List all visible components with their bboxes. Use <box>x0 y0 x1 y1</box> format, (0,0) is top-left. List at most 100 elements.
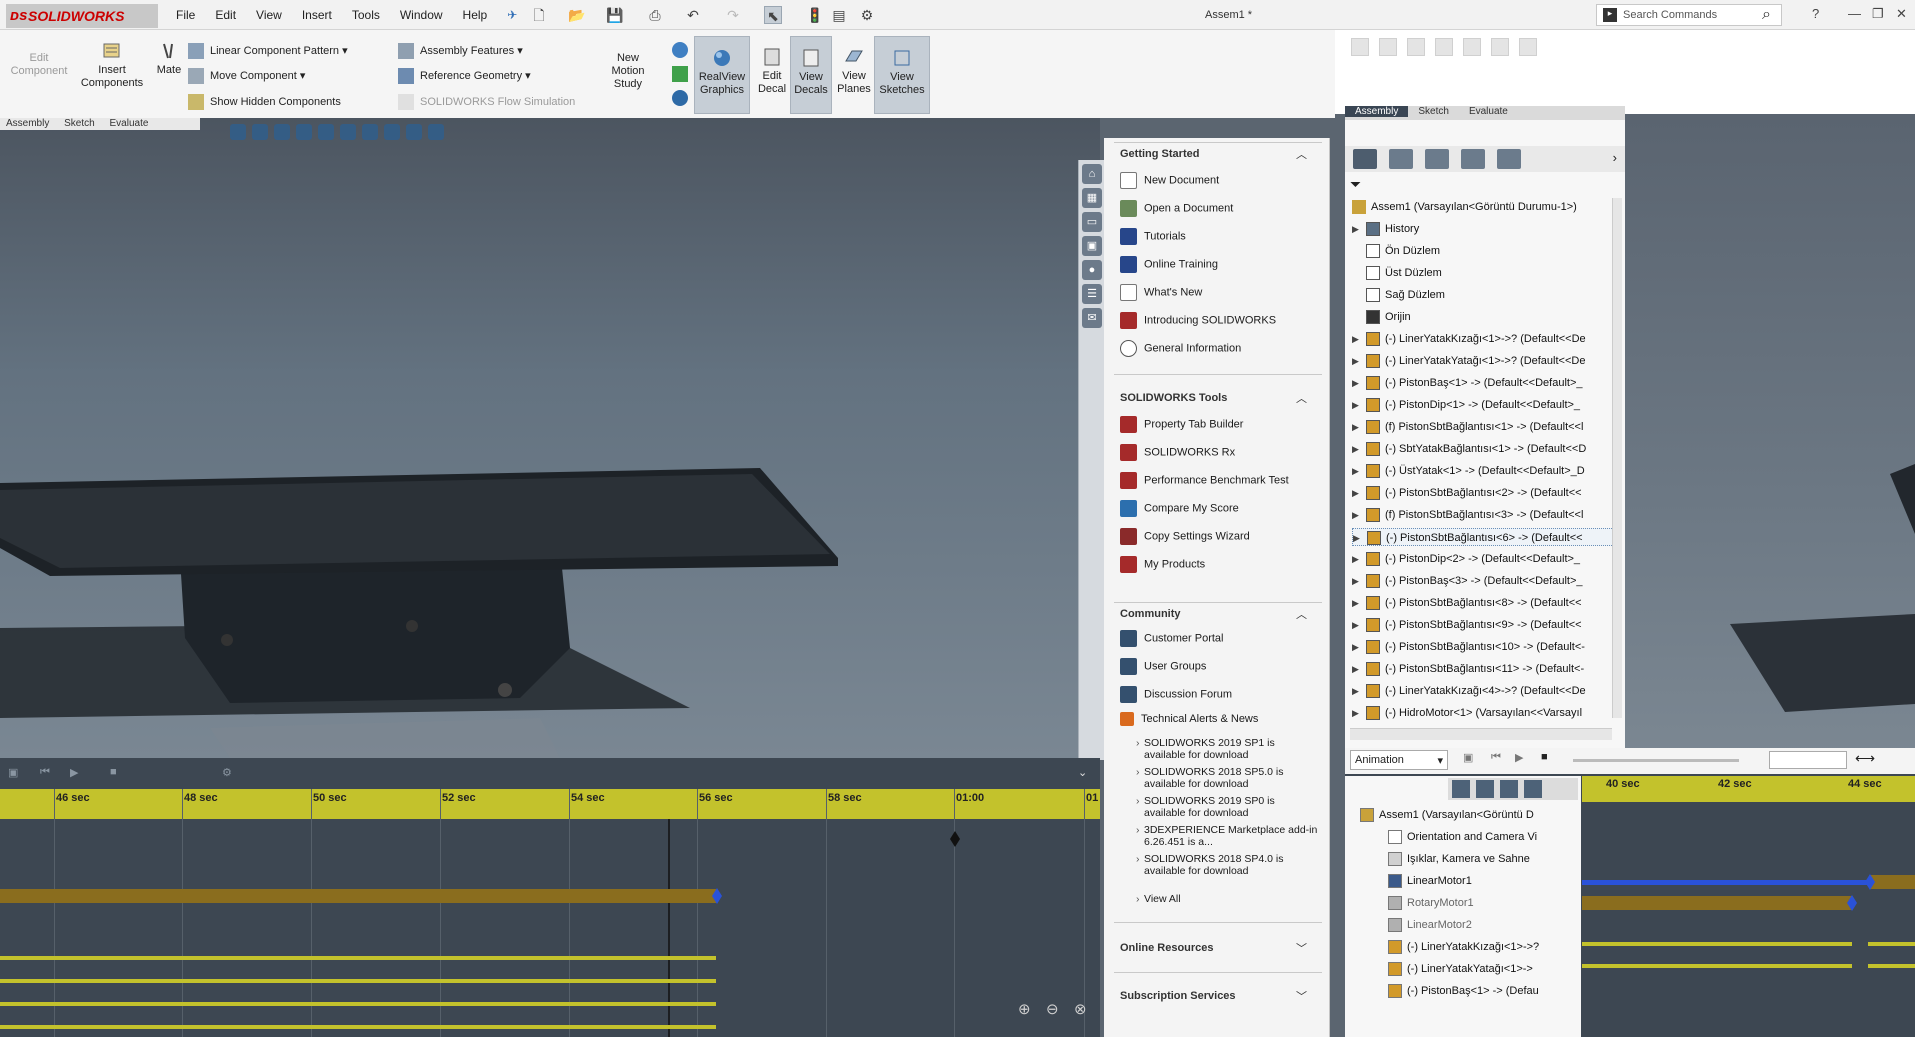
expand-icon[interactable]: ▶ <box>1352 572 1366 590</box>
appearances-icon[interactable]: ● <box>1082 260 1102 280</box>
filter-selected-icon[interactable] <box>1500 780 1518 798</box>
hide-show-icon[interactable] <box>362 124 378 140</box>
discussion-forum-link[interactable]: Discussion Forum <box>1120 686 1232 703</box>
tab-sketch[interactable]: Sketch <box>1408 106 1459 117</box>
open-document-link[interactable]: Open a Document <box>1120 200 1233 217</box>
tab-evaluate[interactable]: Evaluate <box>1459 106 1518 117</box>
solidworks-rx-link[interactable]: SOLIDWORKS Rx <box>1120 444 1235 461</box>
expand-icon[interactable]: ▶ <box>1353 529 1367 545</box>
chevron-down-icon[interactable]: ﹀ <box>1296 940 1307 956</box>
view-palette-icon[interactable]: ▣ <box>1082 236 1102 256</box>
property-manager-icon[interactable] <box>1389 149 1413 169</box>
minimize-icon[interactable]: — <box>1848 6 1861 21</box>
solidworks-logo[interactable]: ᴅs SOLIDWORKS <box>6 4 158 28</box>
menu-edit[interactable]: Edit <box>215 8 236 22</box>
zoom-area-icon[interactable] <box>252 124 268 140</box>
linear-pattern-button[interactable]: Linear Component Pattern ▾ <box>188 43 348 59</box>
zoom-out-icon[interactable]: ⊖ <box>1046 1000 1059 1018</box>
menu-file[interactable]: File <box>176 8 195 22</box>
tree-item[interactable]: ▶ (-) PistonSbtBağlantısı<6> -> (Default<… <box>1352 528 1614 546</box>
menu-help[interactable]: Help <box>463 8 488 22</box>
view-all-link[interactable]: View All <box>1136 893 1319 905</box>
motor-duration-bar[interactable] <box>1582 896 1852 910</box>
design-library-icon[interactable]: ▦ <box>1082 188 1102 208</box>
view-tool-icon[interactable] <box>1463 38 1481 56</box>
stop-icon[interactable]: ■ <box>1541 751 1548 763</box>
zoom-in-icon[interactable]: ⊕ <box>1018 1000 1031 1018</box>
filter-icon[interactable]: ⏷ <box>1350 176 1361 193</box>
file-properties-icon[interactable]: ▤ <box>830 6 848 24</box>
display-style-icon[interactable] <box>340 124 356 140</box>
tree-item[interactable]: ▶ (-) LinerYatakYatağı<1>->? (Default<<De <box>1352 352 1614 370</box>
motion-tree-item[interactable]: Işıklar, Kamera ve Sahne <box>1388 852 1608 866</box>
tree-item[interactable]: ▶ (-) PistonSbtBağlantısı<9> -> (Default<… <box>1352 616 1614 634</box>
benchmark-test-link[interactable]: Performance Benchmark Test <box>1120 472 1289 489</box>
expand-icon[interactable]: ▶ <box>1352 330 1366 348</box>
introducing-solidworks-link[interactable]: Introducing SOLIDWORKS <box>1120 312 1276 329</box>
tree-item[interactable]: Orijin <box>1352 308 1614 326</box>
rebuild-icon[interactable]: 🚦 <box>806 6 824 24</box>
motion-tree-item[interactable]: Orientation and Camera Vi <box>1388 830 1608 844</box>
online-training-link[interactable]: Online Training <box>1120 256 1218 273</box>
keypoint-marker[interactable] <box>950 831 960 847</box>
search-commands-input[interactable]: ▸ Search Commands ⌕ <box>1596 4 1782 26</box>
tab-assembly[interactable]: Assembly <box>6 118 49 129</box>
motion-tree-item[interactable]: LinearMotor2 <box>1388 918 1608 932</box>
select-icon[interactable]: ⬉ <box>764 6 782 24</box>
edit-decal-button[interactable]: Edit Decal <box>752 46 792 96</box>
play-icon[interactable]: ▶ <box>1515 751 1523 764</box>
expand-icon[interactable]: ▶ <box>1352 374 1366 392</box>
assembly-features-button[interactable]: Assembly Features ▾ <box>398 43 523 59</box>
globe-icon[interactable] <box>672 42 688 58</box>
filter-results-icon[interactable] <box>1524 780 1542 798</box>
motion-tree-item[interactable]: RotaryMotor1 <box>1388 896 1608 910</box>
view-tool-icon[interactable] <box>1407 38 1425 56</box>
reference-geometry-button[interactable]: Reference Geometry ▾ <box>398 68 531 84</box>
secondary-graphics-area[interactable] <box>1625 114 1915 754</box>
view-decals-button[interactable]: View Decals <box>790 36 832 114</box>
tutorials-link[interactable]: Tutorials <box>1120 228 1186 245</box>
scene-icon[interactable] <box>672 90 688 106</box>
view-tool-icon[interactable] <box>1435 38 1453 56</box>
compare-score-link[interactable]: Compare My Score <box>1120 500 1239 517</box>
view-orientation-icon[interactable] <box>318 124 334 140</box>
view-tool-icon[interactable] <box>1519 38 1537 56</box>
mate-button[interactable]: Mate <box>152 40 186 77</box>
tab-assembly[interactable]: Assembly <box>1345 106 1409 117</box>
expand-icon[interactable]: ▶ <box>1352 550 1366 568</box>
tree-item[interactable]: ▶ (f) PistonSbtBağlantısı<1> -> (Default<… <box>1352 418 1614 436</box>
chevron-up-icon[interactable]: ︿ <box>1296 146 1307 162</box>
zoom-fit-icon[interactable]: ⊗ <box>1074 1000 1087 1018</box>
chevron-up-icon[interactable]: ︿ <box>1296 606 1307 622</box>
edit-component-button[interactable]: Edit Component <box>6 52 72 78</box>
view-sketches-button[interactable]: View Sketches <box>874 36 930 114</box>
tree-root[interactable]: Assem1 (Varsayılan<Görüntü Durumu-1>) <box>1352 198 1614 216</box>
motion-tree-item[interactable]: (-) LinerYatakYatağı<1>-> <box>1388 962 1608 976</box>
menu-tools[interactable]: Tools <box>352 8 380 22</box>
realview-graphics-button[interactable]: RealView Graphics <box>694 36 750 114</box>
edit-appearance-icon[interactable] <box>384 124 400 140</box>
flow-simulation-button[interactable]: SOLIDWORKS Flow Simulation <box>398 94 575 110</box>
previous-view-icon[interactable] <box>274 124 290 140</box>
tree-item[interactable]: ▶ (f) PistonSbtBağlantısı<3> -> (Default<… <box>1352 506 1614 524</box>
file-explorer-icon[interactable]: ▭ <box>1082 212 1102 232</box>
apply-scene-icon[interactable] <box>406 124 422 140</box>
chevron-right-icon[interactable]: › <box>1613 150 1617 165</box>
configuration-manager-icon[interactable] <box>1425 149 1449 169</box>
motion-tree-item[interactable]: LinearMotor1 <box>1388 874 1608 888</box>
redo-icon[interactable]: ↷ <box>724 6 742 24</box>
tree-item[interactable]: ▶ History <box>1352 220 1614 238</box>
appearance-icon[interactable] <box>672 66 688 82</box>
tree-item[interactable]: ▶ (-) ÜstYatak<1> -> (Default<<Default>_D <box>1352 462 1614 480</box>
tab-sketch[interactable]: Sketch <box>64 118 95 129</box>
motion-tree-item[interactable]: (-) PistonBaş<1> -> (Defau <box>1388 984 1608 998</box>
general-information-link[interactable]: General Information <box>1120 340 1241 357</box>
tree-item[interactable]: ▶ (-) LinerYatakKızağı<1>->? (Default<<De <box>1352 330 1614 348</box>
motor-duration-bar[interactable] <box>0 889 716 903</box>
user-groups-link[interactable]: User Groups <box>1120 658 1206 675</box>
expand-icon[interactable]: ▶ <box>1352 682 1366 700</box>
tree-item[interactable]: Üst Düzlem <box>1352 264 1614 282</box>
expand-icon[interactable]: ▶ <box>1352 704 1366 722</box>
my-products-link[interactable]: My Products <box>1120 556 1205 573</box>
restore-icon[interactable]: ❐ <box>1872 6 1884 22</box>
